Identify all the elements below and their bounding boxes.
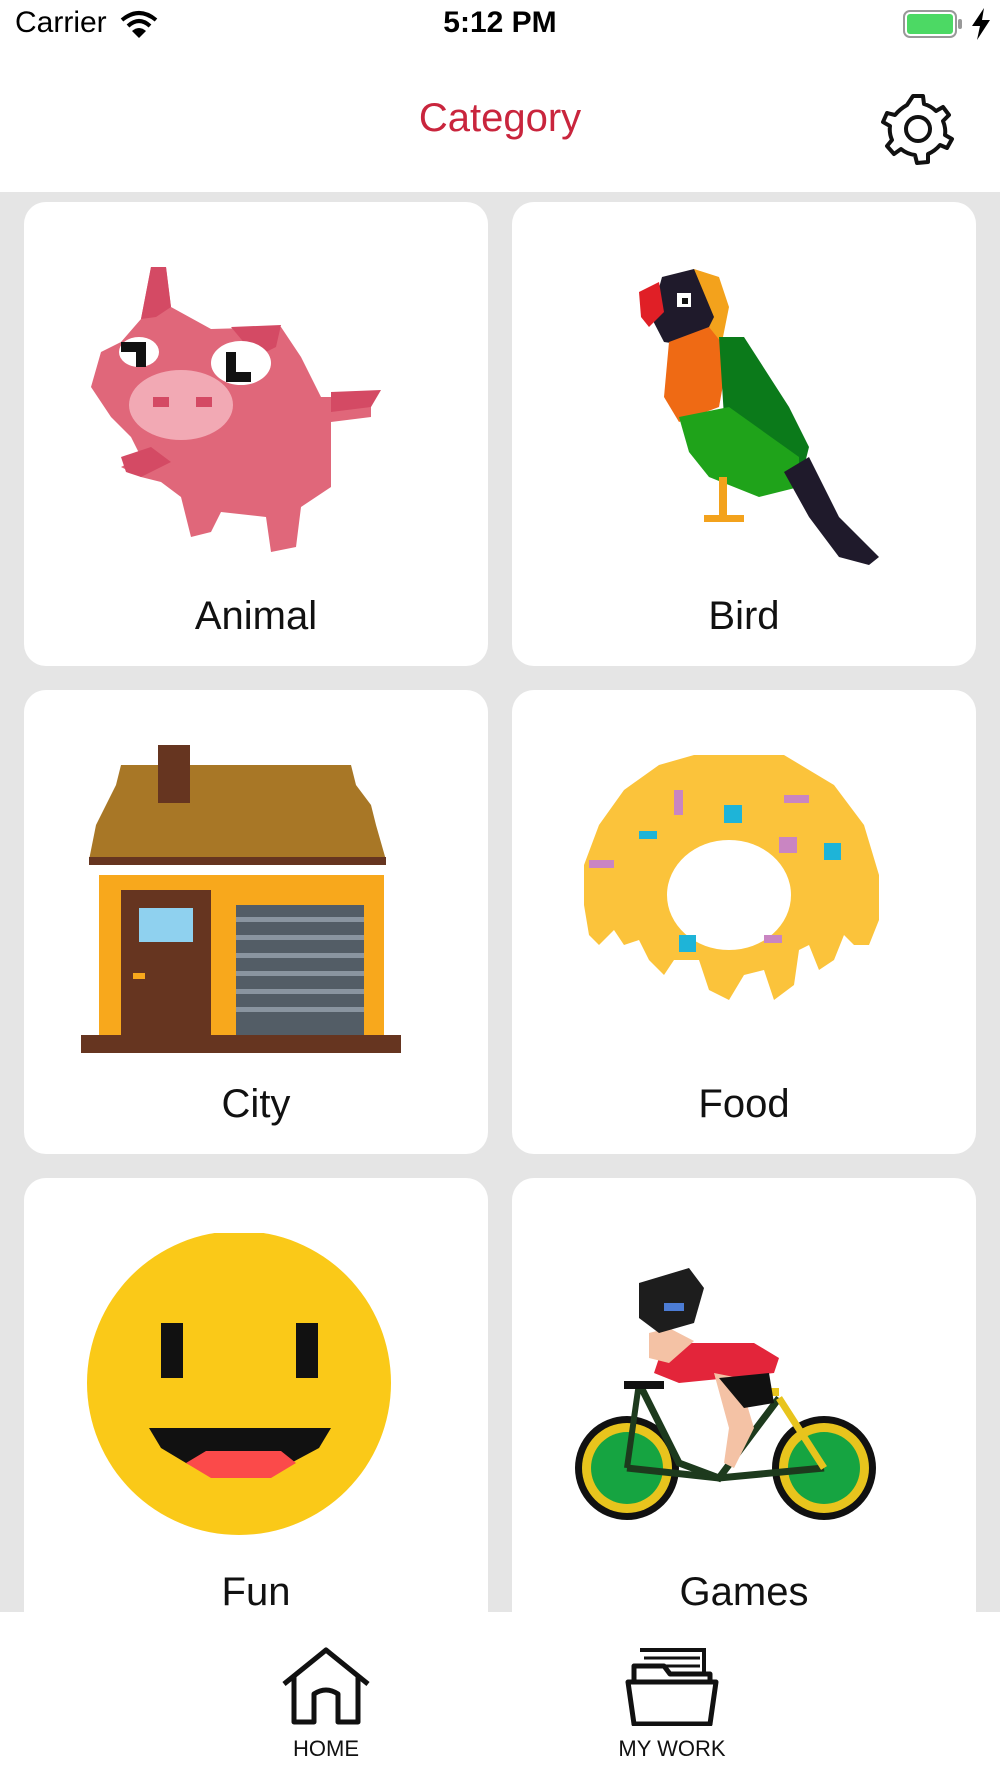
category-card-fun[interactable]: Fun	[24, 1178, 488, 1612]
donut-illustration	[584, 755, 879, 1000]
category-card-animal[interactable]: Animal	[24, 202, 488, 666]
category-label: Food	[698, 1082, 790, 1126]
status-bar: Carrier 5:12 PM	[0, 0, 1000, 56]
category-card-food[interactable]: Food	[512, 690, 976, 1154]
tab-label: HOME	[293, 1736, 359, 1761]
category-card-games[interactable]: Games	[512, 1178, 976, 1612]
tab-my-work[interactable]: MY WORK	[572, 1612, 772, 1778]
page-title: Category	[418, 96, 582, 140]
parrot-illustration	[639, 269, 879, 565]
charging-icon	[972, 8, 990, 40]
navigation-bar: Category	[0, 56, 1000, 192]
cyclist-illustration	[575, 1268, 876, 1520]
status-time: 5:12 PM	[443, 6, 557, 39]
pig-illustration	[91, 267, 381, 552]
smiley-illustration	[87, 1233, 391, 1535]
tab-label: MY WORK	[618, 1736, 726, 1761]
tab-bar: HOME MY WORK	[0, 1612, 1000, 1778]
category-label: Bird	[708, 594, 780, 638]
category-label: City	[221, 1082, 291, 1126]
category-grid: Animal Bird City Food Fun Games	[0, 192, 1000, 1612]
category-card-city[interactable]: City	[24, 690, 488, 1154]
category-label: Games	[679, 1570, 809, 1612]
category-label: Animal	[194, 594, 318, 638]
category-card-bird[interactable]: Bird	[512, 202, 976, 666]
battery-icon	[903, 10, 962, 38]
house-illustration	[81, 745, 401, 1053]
home-icon	[282, 1647, 370, 1725]
tab-home[interactable]: HOME	[226, 1612, 426, 1778]
category-label: Fun	[221, 1570, 291, 1612]
gear-icon[interactable]	[880, 91, 956, 167]
folder-icon	[625, 1648, 719, 1726]
